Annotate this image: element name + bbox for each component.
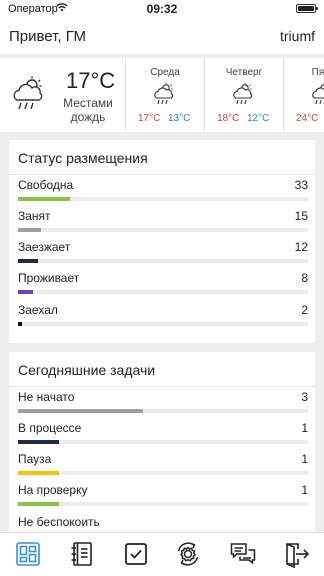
task-row[interactable]: Пауза 1 xyxy=(18,452,308,478)
current-condition: Местами дождь xyxy=(63,96,113,124)
status-count: 33 xyxy=(294,178,308,192)
battery-icon xyxy=(296,4,318,13)
cloud-rain-sun-icon xyxy=(312,82,324,105)
bottom-tab-bar xyxy=(0,532,324,576)
progress-track xyxy=(18,322,308,326)
tab-journal[interactable] xyxy=(68,540,96,568)
task-label: Не начато xyxy=(18,390,75,404)
task-row[interactable]: В процессе 1 xyxy=(18,421,308,447)
progress-track xyxy=(18,440,308,444)
tab-settings[interactable] xyxy=(174,540,202,568)
status-bar: Оператор 09:32 xyxy=(0,0,324,18)
weather-strip[interactable]: 17°C Местами дождь Среда 17°C 13°C Четве… xyxy=(0,58,324,132)
progress-bar xyxy=(18,322,22,326)
status-row[interactable]: Свободна 33 xyxy=(18,178,308,204)
task-row[interactable]: На проверку 1 xyxy=(18,483,308,509)
task-label: Пауза xyxy=(18,452,52,466)
dashboard-icon xyxy=(16,542,40,566)
status-label: Проживает xyxy=(18,271,80,285)
task-count: 3 xyxy=(301,390,308,404)
today-tasks-card: Сегодняшние задачи Не начато 3 В процесс… xyxy=(9,352,315,532)
card-title: Статус размещения xyxy=(18,150,148,166)
forecast-high: 17°C xyxy=(138,113,161,124)
forecast-day-name: Среда xyxy=(150,67,180,78)
tab-chat[interactable] xyxy=(229,540,257,568)
status-label: Свободна xyxy=(18,178,74,192)
forecast-high: 18°C xyxy=(217,113,240,124)
progress-bar xyxy=(18,259,39,263)
status-label: Заехал xyxy=(18,303,58,317)
current-temperature: 17°C xyxy=(66,68,116,93)
status-label: Заезжает xyxy=(18,240,71,254)
tab-tasks[interactable] xyxy=(122,540,150,568)
clock: 09:32 xyxy=(146,2,178,16)
status-row[interactable]: Заехал 2 xyxy=(18,303,308,329)
task-label: На проверку xyxy=(18,483,88,497)
forecast-day: Пятн 24°C xyxy=(283,58,324,132)
progress-track xyxy=(18,197,308,201)
chat-icon xyxy=(230,543,256,565)
status-count: 2 xyxy=(301,303,308,317)
status-label: Занят xyxy=(18,209,51,223)
status-count: 8 xyxy=(301,271,308,285)
status-row[interactable]: Заезжает 12 xyxy=(18,240,308,266)
weather-current: 17°C Местами дождь xyxy=(0,58,125,132)
task-count: 1 xyxy=(301,421,308,435)
task-row[interactable]: Не начато 3 xyxy=(18,390,308,416)
forecast-day: Четверг 18°C 12°C xyxy=(204,58,282,132)
progress-bar xyxy=(18,471,59,475)
divider xyxy=(9,386,315,387)
status-row[interactable]: Проживает 8 xyxy=(18,271,308,297)
cloud-rain-sun-icon xyxy=(233,82,253,105)
placement-status-card: Статус размещения Свободна 33 Занят 15 З… xyxy=(9,140,315,343)
forecast-low: 13°C xyxy=(168,113,191,124)
progress-bar xyxy=(18,290,33,294)
progress-track xyxy=(18,471,308,475)
divider xyxy=(9,174,315,175)
app-header: Привет, ГМ triumf xyxy=(0,18,324,54)
progress-bar xyxy=(18,502,59,506)
checkbox-icon xyxy=(125,543,147,565)
forecast-high: 24°C xyxy=(296,113,319,124)
user-name[interactable]: triumf xyxy=(280,28,315,44)
forecast-day-name: Пятн xyxy=(311,67,324,78)
settings-sync-icon xyxy=(177,542,199,566)
progress-track xyxy=(18,228,308,232)
progress-bar xyxy=(18,197,71,201)
progress-track xyxy=(18,259,308,263)
cloud-rain-sun-icon xyxy=(154,82,174,105)
progress-bar xyxy=(18,409,143,413)
notebook-icon xyxy=(71,542,92,566)
progress-bar xyxy=(18,440,59,444)
card-title: Сегодняшние задачи xyxy=(18,362,156,378)
greeting-title: Привет, ГМ xyxy=(9,28,86,45)
forecast-low: 12°C xyxy=(247,113,270,124)
status-count: 12 xyxy=(294,240,308,254)
progress-track xyxy=(18,409,308,413)
cloud-rain-icon xyxy=(13,76,43,110)
progress-track xyxy=(18,290,308,294)
progress-bar xyxy=(18,228,42,232)
tab-logout[interactable] xyxy=(283,540,311,569)
logout-icon xyxy=(286,543,310,569)
task-label: Не беспокоить xyxy=(18,515,100,529)
forecast-day-name: Четверг xyxy=(225,67,263,78)
task-count: 1 xyxy=(301,452,308,466)
forecast-day: Среда 17°C 13°C xyxy=(125,58,203,132)
task-count: 1 xyxy=(301,483,308,497)
status-count: 15 xyxy=(294,209,308,223)
tab-dashboard[interactable] xyxy=(14,540,42,568)
task-label: В процессе xyxy=(18,421,82,435)
status-row[interactable]: Занят 15 xyxy=(18,209,308,235)
progress-track xyxy=(18,502,308,506)
